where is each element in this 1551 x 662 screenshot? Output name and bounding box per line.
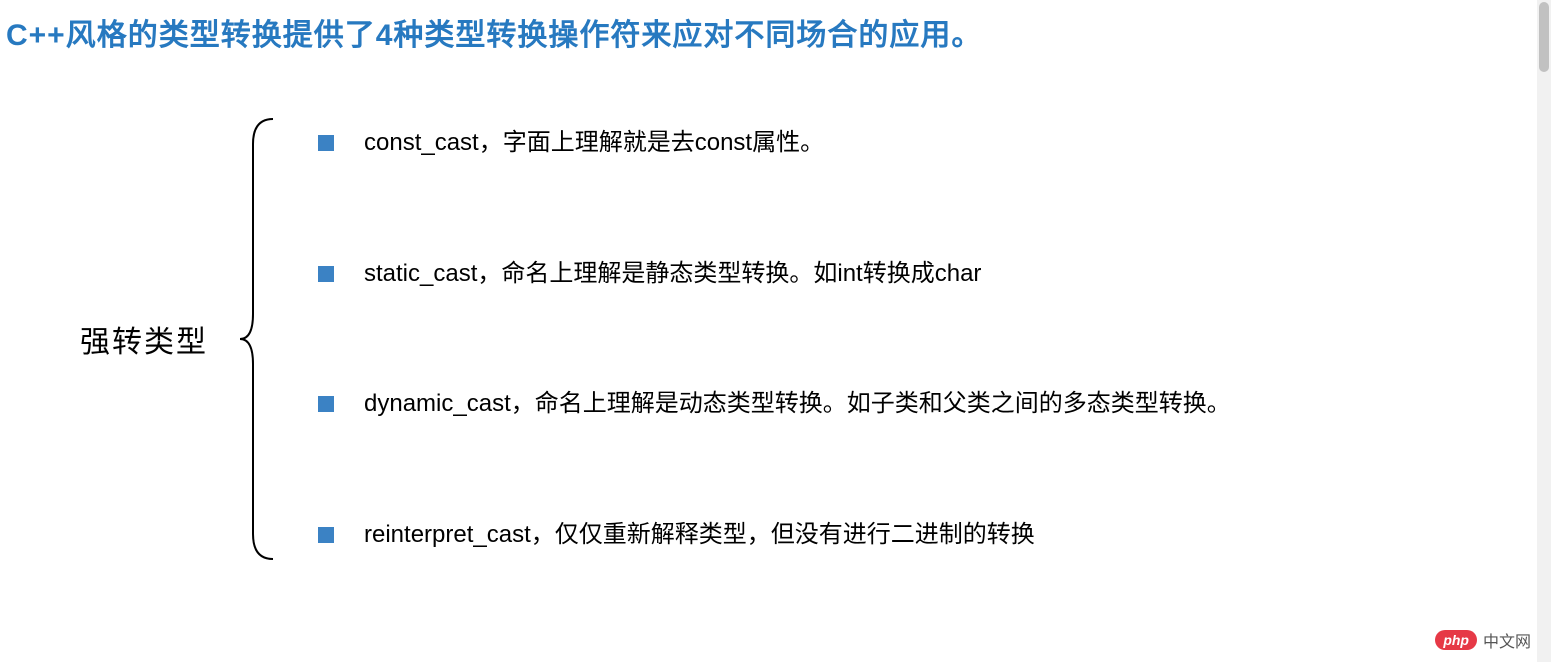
category-label: 强转类型 [80, 317, 208, 361]
watermark-text: 中文网 [1483, 628, 1531, 652]
bullet-icon [318, 135, 334, 151]
list-item: reinterpret_cast，仅仅重新解释类型，但没有进行二进制的转换 [318, 516, 1231, 554]
content-area: 强转类型 const_cast，字面上理解就是去const属性。 static_… [0, 114, 1551, 564]
item-text: dynamic_cast，命名上理解是动态类型转换。如子类和父类之间的多态类型转… [364, 385, 1231, 423]
item-text: reinterpret_cast，仅仅重新解释类型，但没有进行二进制的转换 [364, 516, 1035, 554]
list-item: static_cast，命名上理解是静态类型转换。如int转换成char [318, 255, 1231, 293]
brace-icon [238, 114, 278, 564]
list-item: dynamic_cast，命名上理解是动态类型转换。如子类和父类之间的多态类型转… [318, 385, 1231, 423]
scrollbar-thumb[interactable] [1539, 2, 1549, 72]
watermark: php 中文网 [1435, 628, 1531, 652]
bullet-icon [318, 396, 334, 412]
scrollbar-track[interactable] [1537, 0, 1551, 662]
watermark-logo: php [1435, 630, 1477, 650]
item-text: const_cast，字面上理解就是去const属性。 [364, 124, 824, 162]
bullet-icon [318, 266, 334, 282]
item-list: const_cast，字面上理解就是去const属性。 static_cast，… [278, 124, 1231, 554]
bullet-icon [318, 527, 334, 543]
page-title: C++风格的类型转换提供了4种类型转换操作符来应对不同场合的应用。 [0, 0, 1551, 54]
item-text: static_cast，命名上理解是静态类型转换。如int转换成char [364, 255, 981, 293]
list-item: const_cast，字面上理解就是去const属性。 [318, 124, 1231, 162]
